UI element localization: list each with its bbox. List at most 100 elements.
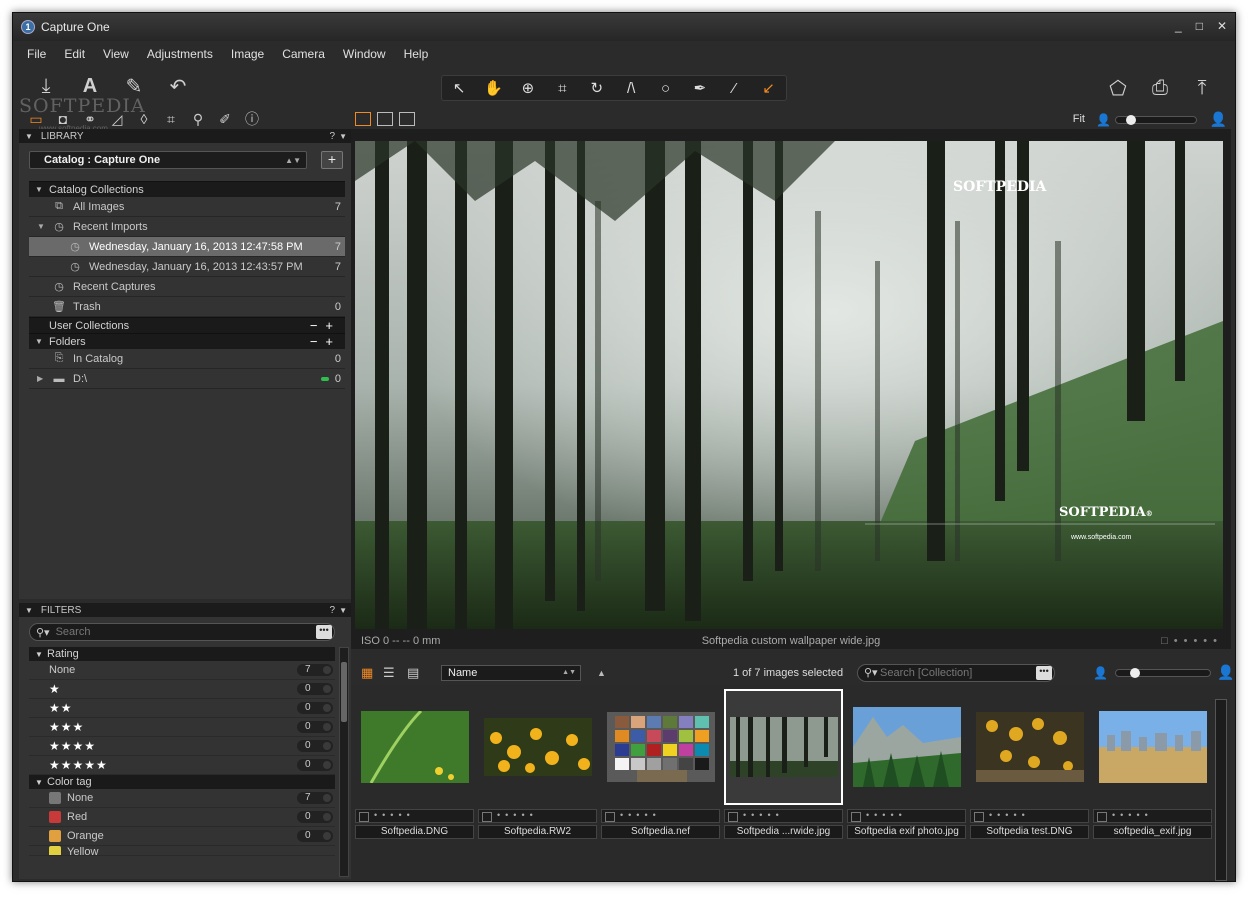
- zoom-level[interactable]: Fit: [1073, 113, 1085, 125]
- all-images-item[interactable]: ⧉ All Images 7: [29, 197, 345, 217]
- picker-icon[interactable]: ⁄: [720, 80, 748, 97]
- single-view-icon[interactable]: [377, 112, 393, 126]
- rating-5-star[interactable]: ★★★★★ 0: [29, 756, 335, 775]
- crop-tab-icon[interactable]: ⌗: [162, 111, 180, 128]
- user-collections-section[interactable]: User Collections −+: [29, 317, 345, 333]
- folder-add-remove-icons[interactable]: −+: [310, 334, 341, 349]
- color-tag-section[interactable]: ▼ Color tag: [29, 775, 335, 789]
- image-viewer[interactable]: SOFTPEDIA SOFTPEDIA® www.softpedia.com: [351, 129, 1231, 649]
- collection-add-remove-icons[interactable]: −+: [310, 318, 341, 333]
- filters-scrollbar[interactable]: [339, 647, 349, 877]
- folders-section[interactable]: ▼ Folders −+: [29, 333, 345, 349]
- scrollbar-thumb[interactable]: [341, 662, 347, 722]
- thumbnail[interactable]: ••••• Softpedia test.DNG: [970, 689, 1089, 839]
- draw-mask-icon[interactable]: ✒: [686, 79, 714, 97]
- maximize-button[interactable]: □: [1196, 19, 1203, 33]
- catalog-collections-section[interactable]: ▼ Catalog Collections: [29, 181, 345, 197]
- rating-4-star[interactable]: ★★★★ 0: [29, 737, 335, 756]
- filter-search-input[interactable]: ⚲▾ Search •••: [29, 623, 335, 641]
- thumbnail-selected[interactable]: ••••• Softpedia ...rwide.jpg: [724, 689, 843, 839]
- in-catalog-item[interactable]: ⎘ In Catalog 0: [29, 349, 345, 369]
- pan-hand-icon[interactable]: ✋: [480, 79, 508, 97]
- filmstrip-layout-icon[interactable]: ▤: [407, 665, 419, 681]
- recent-imports-item[interactable]: ▼ ◷ Recent Imports: [29, 217, 345, 237]
- browser-scrollbar[interactable]: [1215, 699, 1227, 881]
- collection-search-input[interactable]: ⚲▾ Search [Collection] •••: [857, 664, 1055, 682]
- crop-icon[interactable]: ⌗: [548, 80, 576, 97]
- filters-help[interactable]: ?: [329, 605, 335, 616]
- menu-adjustments[interactable]: Adjustments: [147, 47, 213, 61]
- color-orange[interactable]: Orange 0: [29, 827, 335, 846]
- sort-direction-icon[interactable]: ▲: [597, 668, 606, 678]
- color-red[interactable]: Red 0: [29, 808, 335, 827]
- export-icon[interactable]: ⤒: [1189, 75, 1215, 101]
- thumbnail[interactable]: ••••• Softpedia.DNG: [355, 689, 474, 839]
- search-options-button[interactable]: •••: [1036, 666, 1052, 680]
- rating-none[interactable]: None 7: [29, 661, 335, 680]
- library-menu-icon[interactable]: ▼: [339, 132, 347, 141]
- filters-menu-icon[interactable]: ▼: [339, 606, 347, 615]
- color-yellow[interactable]: Yellow: [29, 846, 335, 856]
- menu-image[interactable]: Image: [231, 47, 264, 61]
- filters-header[interactable]: ▼ FILTERS ? ▼: [19, 603, 351, 617]
- import-item-2[interactable]: ◷ Wednesday, January 16, 2013 12:43:57 P…: [29, 257, 345, 277]
- import-item-1[interactable]: ◷ Wednesday, January 16, 2013 12:47:58 P…: [29, 237, 345, 257]
- color-none[interactable]: None 7: [29, 789, 335, 808]
- rating-2-star[interactable]: ★★ 0: [29, 699, 335, 718]
- proof-icon[interactable]: 👤: [1093, 666, 1108, 680]
- fullscreen-view-icon[interactable]: [399, 112, 415, 126]
- menu-help[interactable]: Help: [404, 47, 429, 61]
- zoom-slider[interactable]: [1115, 115, 1197, 125]
- library-folder-icon[interactable]: ▭: [27, 111, 45, 128]
- search-options-button[interactable]: •••: [316, 625, 332, 639]
- viewer-rating-dots[interactable]: □•••••: [1161, 635, 1223, 647]
- menu-camera[interactable]: Camera: [282, 47, 325, 61]
- expand-triangle-icon[interactable]: ▶: [37, 374, 43, 383]
- print-icon[interactable]: ⎙: [1147, 75, 1173, 101]
- rotate-icon[interactable]: ↻: [583, 79, 611, 97]
- recent-captures-item[interactable]: ◷ Recent Captures: [29, 277, 345, 297]
- proof-large-icon[interactable]: 👤: [1217, 664, 1234, 681]
- thumbnail[interactable]: ••••• softpedia_exif.jpg: [1093, 689, 1212, 839]
- drive-item[interactable]: ▶ ▬ D:\ 0: [29, 369, 345, 389]
- list-layout-icon[interactable]: ☰: [383, 665, 395, 681]
- apply-adjustments-icon[interactable]: ↙: [755, 79, 783, 97]
- thumbnail-rating[interactable]: •••••: [601, 809, 720, 823]
- rating-3-star[interactable]: ★★★ 0: [29, 718, 335, 737]
- thumbnail-size-slider[interactable]: [1115, 668, 1211, 678]
- grid-view-icon[interactable]: [355, 112, 371, 126]
- metadata-info-icon[interactable]: ⓘ: [243, 109, 261, 129]
- catalog-selector[interactable]: Catalog : Capture One ▲▼: [29, 151, 307, 169]
- menu-file[interactable]: File: [27, 47, 46, 61]
- capture-camera-icon[interactable]: ◘: [54, 111, 72, 127]
- thumbnail-rating[interactable]: •••••: [970, 809, 1089, 823]
- lens-icon[interactable]: ◊: [135, 111, 153, 127]
- select-cursor-icon[interactable]: ↖: [445, 79, 473, 97]
- menu-window[interactable]: Window: [343, 47, 386, 61]
- thumbnail-rating[interactable]: •••••: [478, 809, 597, 823]
- rating-1-star[interactable]: ★ 0: [29, 680, 335, 699]
- trash-item[interactable]: 🗑 Trash 0: [29, 297, 345, 317]
- thumbnail[interactable]: ••••• Softpedia.RW2: [478, 689, 597, 839]
- zoom-icon[interactable]: ⊕: [514, 79, 542, 97]
- thumbnail-rating[interactable]: •••••: [724, 809, 843, 823]
- menu-view[interactable]: View: [103, 47, 129, 61]
- keystone-icon[interactable]: /\: [617, 80, 645, 97]
- proof-large-icon[interactable]: 👤: [1210, 111, 1227, 128]
- close-button[interactable]: ✕: [1217, 19, 1227, 33]
- thumbnail-rating[interactable]: •••••: [1093, 809, 1212, 823]
- sort-selector[interactable]: Name ▲▼: [441, 665, 581, 681]
- thumbnail-rating[interactable]: •••••: [847, 809, 966, 823]
- menu-edit[interactable]: Edit: [64, 47, 85, 61]
- undo-icon[interactable]: ↶: [165, 73, 191, 99]
- spot-removal-icon[interactable]: ○: [652, 80, 680, 97]
- adjustments-icon[interactable]: ✐: [216, 111, 234, 128]
- library-help[interactable]: ?: [329, 131, 335, 142]
- rating-section[interactable]: ▼ Rating: [29, 647, 335, 661]
- slider-knob[interactable]: [1130, 668, 1140, 678]
- proof-icon[interactable]: 👤: [1096, 113, 1111, 127]
- exposure-icon[interactable]: ◿: [108, 111, 126, 128]
- erase-icon[interactable]: ⬠: [1105, 75, 1131, 101]
- minimize-button[interactable]: _: [1175, 19, 1182, 33]
- thumbnail[interactable]: ••••• Softpedia.nef: [601, 689, 720, 839]
